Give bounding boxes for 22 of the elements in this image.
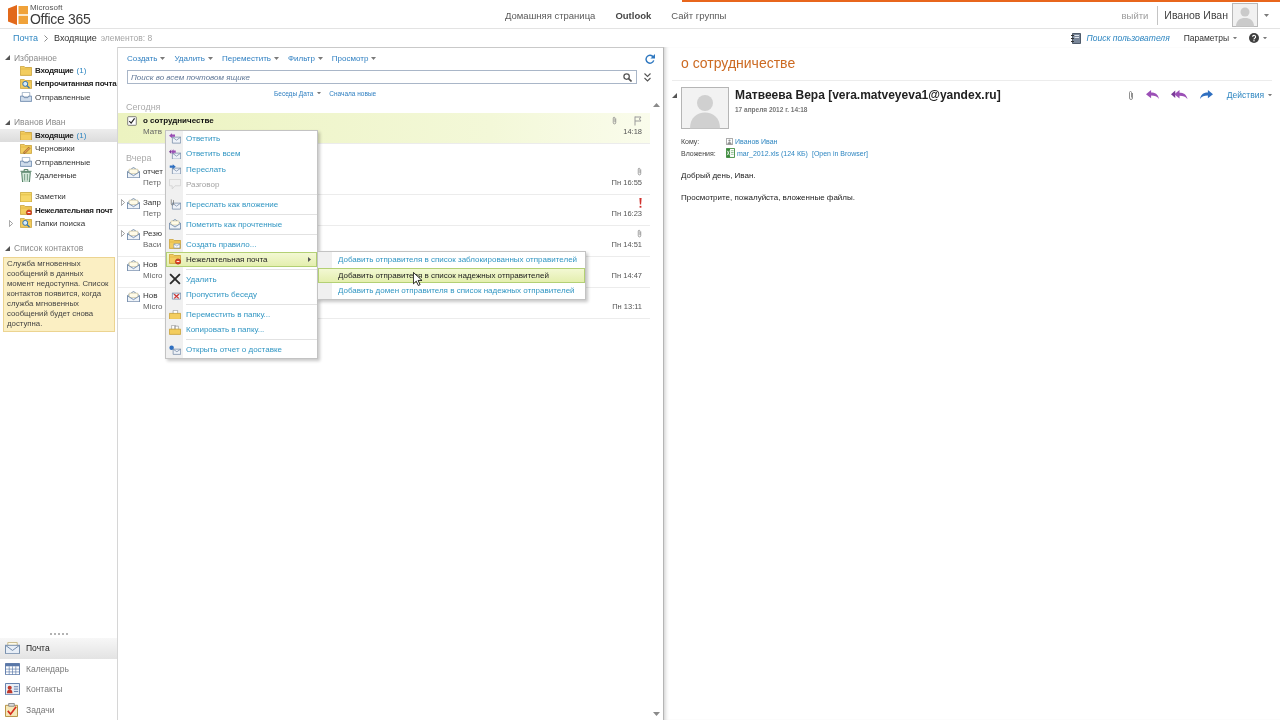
body-paragraph: Добрый день, Иван.: [680, 170, 757, 182]
logo-brand-text: Microsoft: [30, 4, 63, 12]
message-subject: Нов: [143, 259, 158, 270]
message-sender: Micro: [143, 301, 163, 312]
date-group-header: Вчера: [126, 152, 152, 164]
date-group-header: Сегодня: [126, 101, 161, 113]
sender-name: Матвеева Вера [vera.matveyeva1@yandex.ru]: [735, 88, 1001, 103]
message-title: о сотрудничестве: [672, 54, 1272, 81]
body-paragraph: Просмотрите, пожалуйста, вложенные файлы.: [680, 192, 856, 204]
message-subject: Нов: [143, 290, 158, 301]
message-sender: Васи: [143, 239, 162, 250]
message-sender: Петр: [143, 208, 162, 219]
item-count: элементов: 8: [100, 33, 153, 43]
message-subject: о сотрудничестве: [143, 115, 214, 126]
message-sender: Micro: [143, 270, 163, 281]
logo-product-text: Office 365: [30, 12, 91, 26]
breadcrumb-current: Входящие: [54, 33, 97, 43]
message-subject: Запр: [143, 197, 162, 208]
message-subject: отчет: [143, 166, 163, 177]
message-subject: Резю: [143, 228, 162, 239]
message-sender: Матв: [143, 126, 162, 137]
message-sender: Петр: [143, 177, 162, 188]
